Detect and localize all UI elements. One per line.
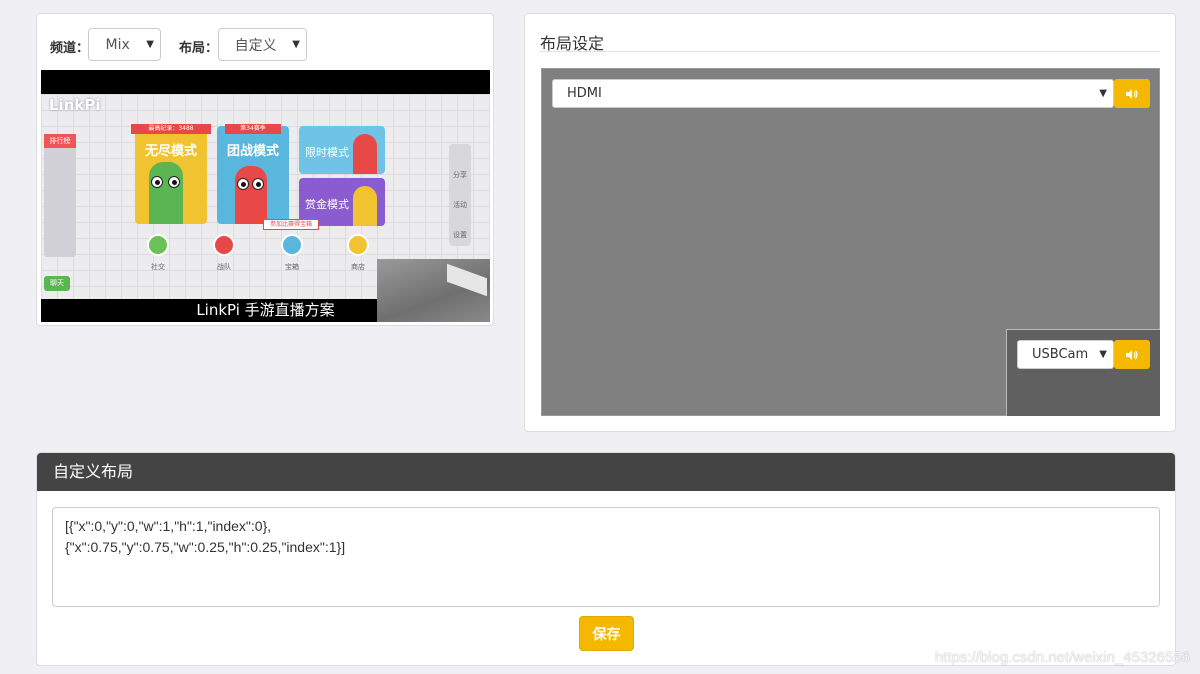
channel-select-value: Mix bbox=[105, 36, 130, 53]
custom-layout-title: 自定义布局 bbox=[37, 453, 1175, 491]
divider bbox=[540, 51, 1160, 52]
layout-json-textarea[interactable]: [{"x":0,"y":0,"w":1,"h":1,"index":0}, {"… bbox=[52, 507, 1160, 607]
mode-endless: 无尽模式 bbox=[135, 126, 207, 224]
side-icon-activity-label: 活动 bbox=[453, 201, 467, 209]
linkpi-logo: LinkPi bbox=[49, 96, 101, 114]
shop-label: 商店 bbox=[351, 263, 365, 271]
volume-icon bbox=[1126, 349, 1138, 360]
sub-window[interactable]: USBCam ▼ bbox=[1006, 329, 1160, 416]
layout-select-value: 自定义 bbox=[234, 37, 277, 54]
main-source-value: HDMI bbox=[567, 86, 602, 101]
video-preview: LinkPi 排行榜 无尽模式 最高纪录：3488 团战模式 第34赛季 限时模… bbox=[41, 70, 490, 322]
side-icon-share-label: 分享 bbox=[453, 171, 467, 179]
channel-label: 频道： bbox=[50, 41, 90, 56]
main-audio-button[interactable] bbox=[1114, 79, 1150, 108]
side-icon-settings-label: 设置 bbox=[453, 231, 467, 239]
chevron-down-icon: ▼ bbox=[292, 39, 300, 50]
team-icon bbox=[213, 234, 235, 256]
sub-source-select[interactable]: USBCam ▼ bbox=[1017, 340, 1114, 369]
record-banner: 最高纪录：3488 bbox=[131, 124, 211, 134]
social-label: 社交 bbox=[151, 263, 165, 271]
chevron-down-icon: ▼ bbox=[1099, 349, 1107, 360]
social-icon bbox=[147, 234, 169, 256]
watermark: https://blog.csdn.net/weixin_45326556 bbox=[934, 649, 1190, 666]
snake-icon bbox=[149, 162, 183, 224]
chevron-down-icon: ▼ bbox=[1099, 88, 1107, 99]
snake-icon bbox=[353, 186, 377, 226]
side-icon-bar: 分享 活动 设置 bbox=[449, 144, 471, 246]
season-banner: 第34赛季 bbox=[225, 124, 281, 134]
save-button[interactable]: 保存 bbox=[579, 616, 634, 651]
team-label: 战队 bbox=[217, 263, 231, 271]
custom-layout-panel: 自定义布局 [{"x":0,"y":0,"w":1,"h":1,"index":… bbox=[36, 452, 1176, 666]
mode-team: 团战模式 bbox=[217, 126, 289, 224]
snake-icon bbox=[235, 166, 267, 224]
sub-source-value: USBCam bbox=[1032, 347, 1089, 362]
layout-select[interactable]: 自定义 ▼ bbox=[218, 28, 307, 61]
layout-settings-panel: 布局设定 HDMI ▼ USBCam ▼ bbox=[524, 13, 1176, 432]
chat-button: 聊天 bbox=[44, 276, 70, 291]
shop-icon bbox=[347, 234, 369, 256]
chevron-down-icon: ▼ bbox=[146, 39, 154, 50]
mode-team-label: 团战模式 bbox=[226, 144, 279, 159]
chest-icon bbox=[281, 234, 303, 256]
mode-timed: 限时模式 bbox=[299, 126, 385, 174]
reward-banner: 参加比赛得宝箱 bbox=[263, 219, 319, 230]
mode-endless-label: 无尽模式 bbox=[144, 144, 197, 159]
preview-panel: 频道： Mix ▼ 布局： 自定义 ▼ LinkPi 排行榜 无尽模式 最高纪录… bbox=[36, 13, 494, 326]
volume-icon bbox=[1126, 88, 1138, 99]
leaderboard-label: 排行榜 bbox=[44, 134, 76, 148]
layout-canvas: HDMI ▼ USBCam ▼ bbox=[541, 68, 1160, 416]
main-source-select[interactable]: HDMI ▼ bbox=[552, 79, 1114, 108]
layout-label: 布局： bbox=[179, 41, 219, 56]
sub-audio-button[interactable] bbox=[1114, 340, 1150, 369]
snake-icon bbox=[353, 134, 377, 174]
video-caption: LinkPi 手游直播方案 bbox=[196, 301, 335, 319]
channel-select[interactable]: Mix ▼ bbox=[88, 28, 161, 61]
chest-label: 宝箱 bbox=[285, 263, 299, 271]
leaderboard-bar: 排行榜 bbox=[44, 134, 76, 257]
